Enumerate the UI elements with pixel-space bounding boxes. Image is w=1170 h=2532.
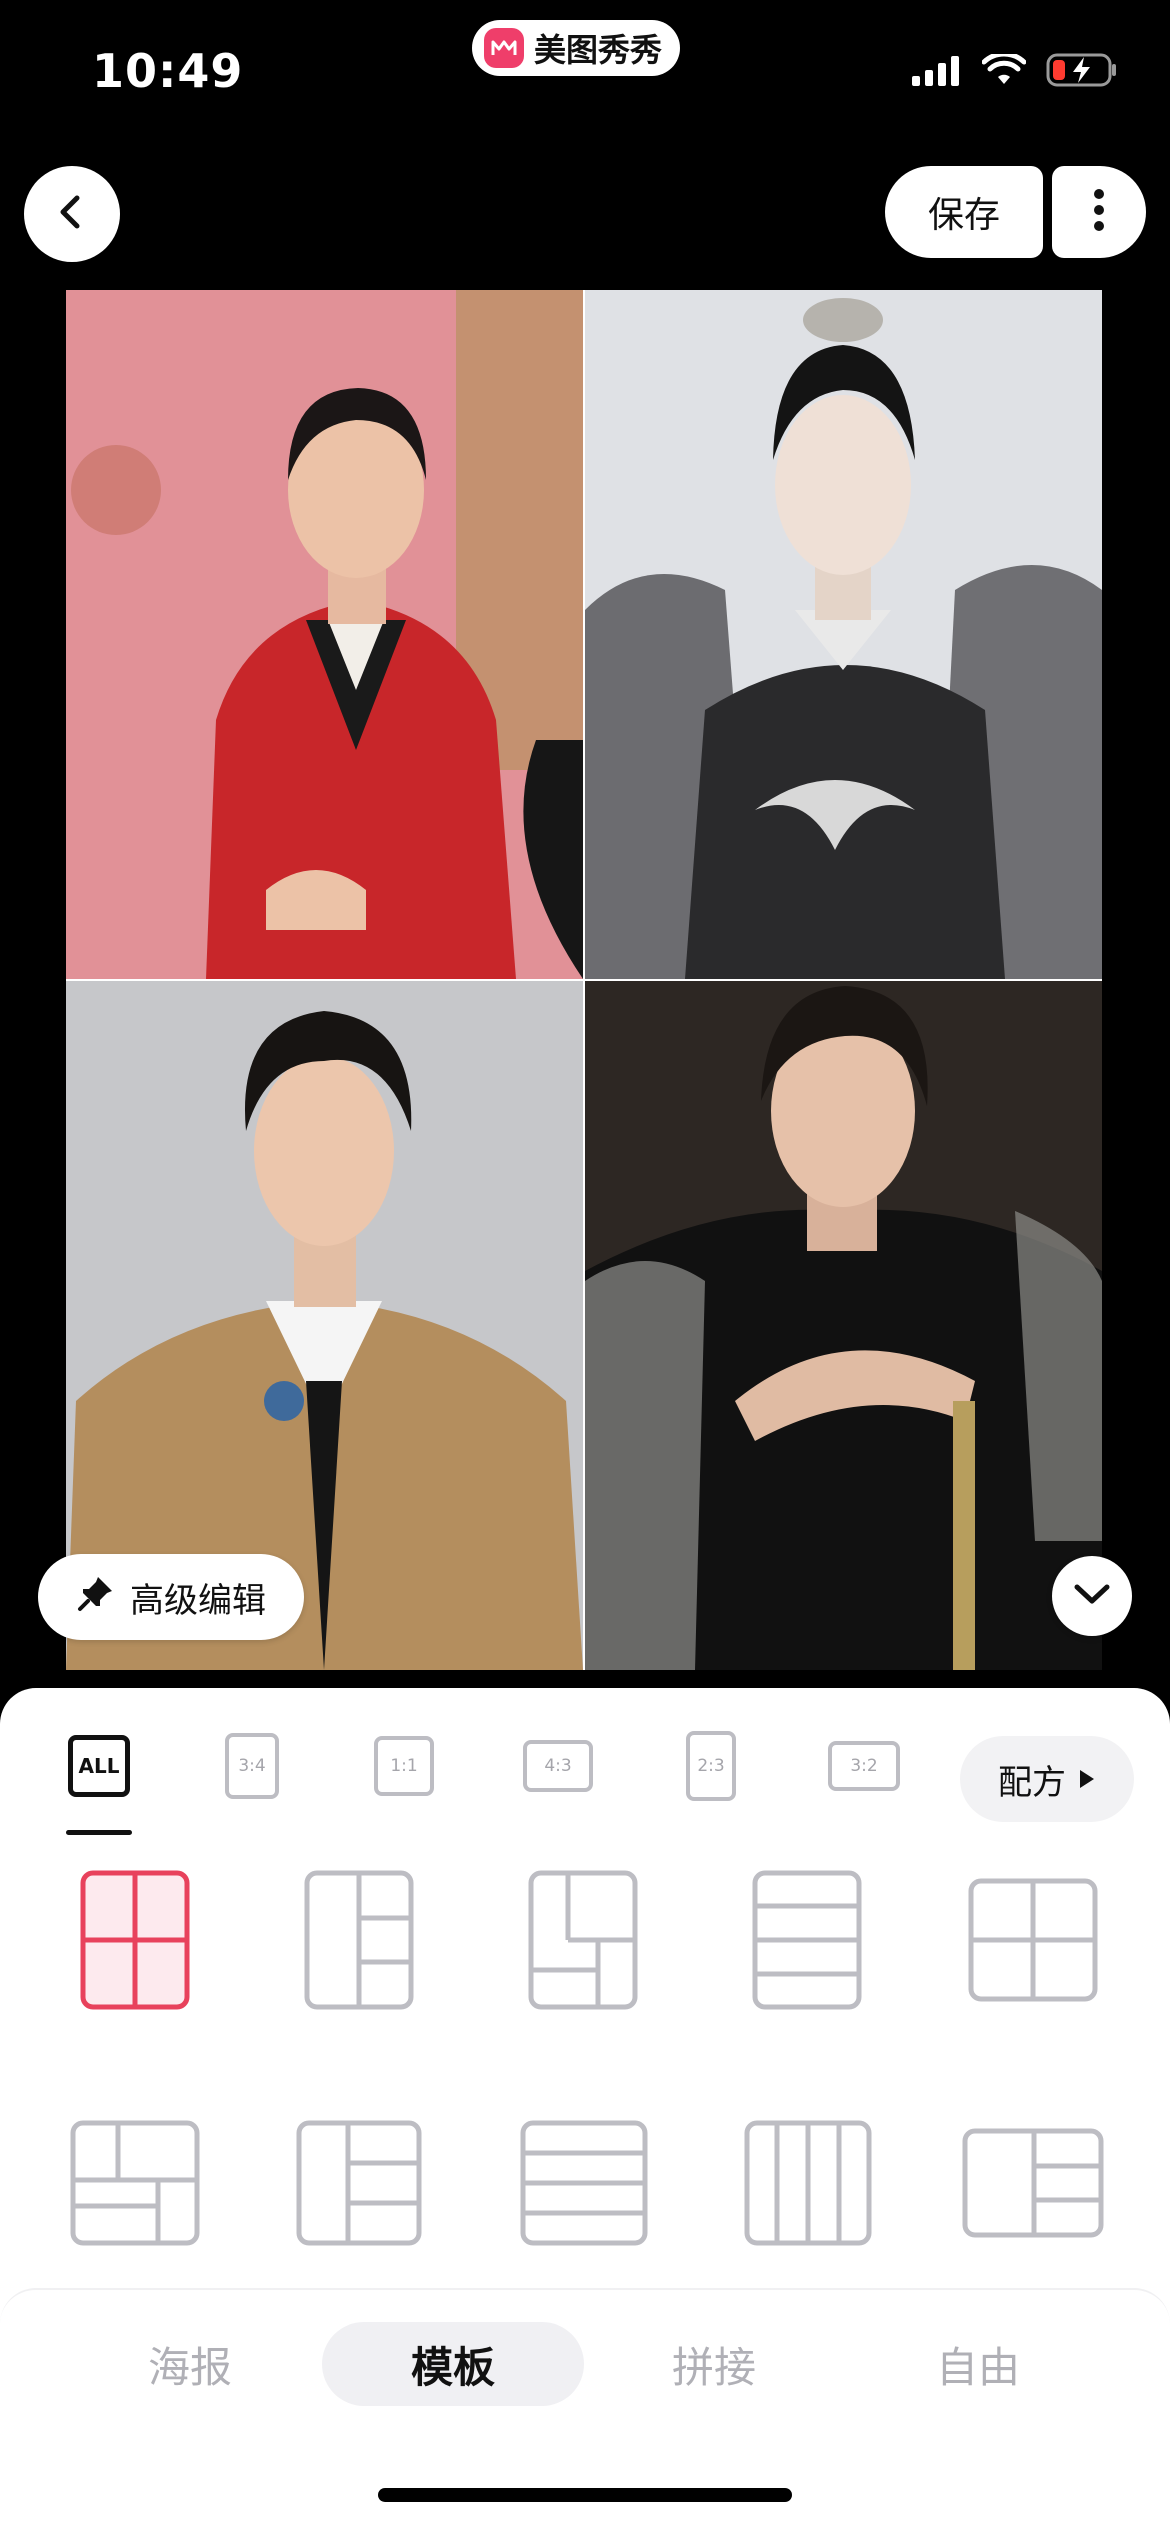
more-vertical-icon — [1093, 188, 1105, 236]
template-grid-2x2[interactable] — [80, 1870, 190, 2010]
ratio-1-1-label: 1:1 — [374, 1736, 434, 1796]
system-icons — [912, 51, 1118, 92]
back-button[interactable] — [24, 166, 120, 262]
advanced-edit-button[interactable]: 高级编辑 — [38, 1554, 304, 1640]
wifi-icon — [981, 51, 1027, 90]
home-indicator — [378, 2488, 792, 2502]
template-grid-2x2-wide[interactable] — [968, 1878, 1098, 2002]
ratio-active-underline — [66, 1830, 132, 1835]
pin-icon — [76, 1573, 116, 1622]
ratio-3-2[interactable]: 3:2 — [826, 1714, 902, 1818]
app-name: 美图秀秀 — [534, 31, 663, 69]
template-mosaic-4[interactable] — [528, 1870, 638, 2010]
collage-canvas[interactable] — [66, 290, 1102, 1670]
chevron-down-icon — [1073, 1581, 1111, 1611]
battery-charging-icon — [1046, 52, 1118, 92]
template-left-tall-right-3[interactable] — [304, 1870, 414, 2010]
ratio-all[interactable]: ALL — [66, 1714, 132, 1818]
formula-label: 配方 — [998, 1762, 1066, 1803]
ratio-1-1[interactable]: 1:1 — [372, 1714, 436, 1818]
app-indicator-pill[interactable]: 美图秀秀 — [472, 20, 681, 76]
ratio-3-4[interactable]: 3:4 — [222, 1714, 282, 1818]
ratio-filter-row: ALL 3:4 1:1 4:3 2:3 3:2 配方 — [0, 1714, 1170, 1835]
ratio-all-label: ALL — [68, 1735, 130, 1797]
ratio-4-3-label: 4:3 — [523, 1740, 593, 1792]
template-mosaic-wide[interactable] — [70, 2120, 200, 2246]
status-time: 10:49 — [92, 44, 244, 98]
signal-icon — [912, 54, 962, 90]
collapse-panel-button[interactable] — [1052, 1556, 1132, 1636]
ratio-2-3[interactable]: 2:3 — [684, 1714, 738, 1818]
more-options-button[interactable] — [1052, 166, 1146, 258]
tab-template[interactable]: 模板 — [322, 2322, 584, 2406]
photo-fur-crane[interactable] — [585, 290, 1102, 979]
template-left-tall-right-3-wide[interactable] — [296, 2120, 422, 2246]
tab-poster[interactable]: 海报 — [130, 2322, 250, 2406]
template-rows-4[interactable] — [752, 1870, 862, 2010]
template-left-big-right-3[interactable] — [962, 2128, 1104, 2238]
ratio-3-4-label: 3:4 — [225, 1733, 279, 1799]
status-bar: 10:49 美图秀秀 — [0, 0, 1170, 140]
play-triangle-icon — [1078, 1759, 1096, 1799]
photo-black-embroidered[interactable] — [585, 981, 1102, 1670]
ratio-2-3-label: 2:3 — [686, 1731, 736, 1801]
photo-red-uniform[interactable] — [66, 290, 583, 979]
template-rows-4-wide[interactable] — [520, 2120, 648, 2246]
save-button[interactable]: 保存 — [885, 166, 1043, 258]
ratio-3-2-label: 3:2 — [828, 1741, 900, 1791]
app-logo-icon — [484, 28, 524, 68]
advanced-edit-label: 高级编辑 — [130, 1580, 266, 1621]
ratio-4-3[interactable]: 4:3 — [522, 1714, 594, 1818]
formula-button[interactable]: 配方 — [960, 1736, 1134, 1822]
chevron-left-icon — [52, 192, 92, 236]
tab-stitch[interactable]: 拼接 — [654, 2322, 774, 2406]
tab-free[interactable]: 自由 — [918, 2322, 1038, 2406]
template-columns-4[interactable] — [744, 2120, 872, 2246]
